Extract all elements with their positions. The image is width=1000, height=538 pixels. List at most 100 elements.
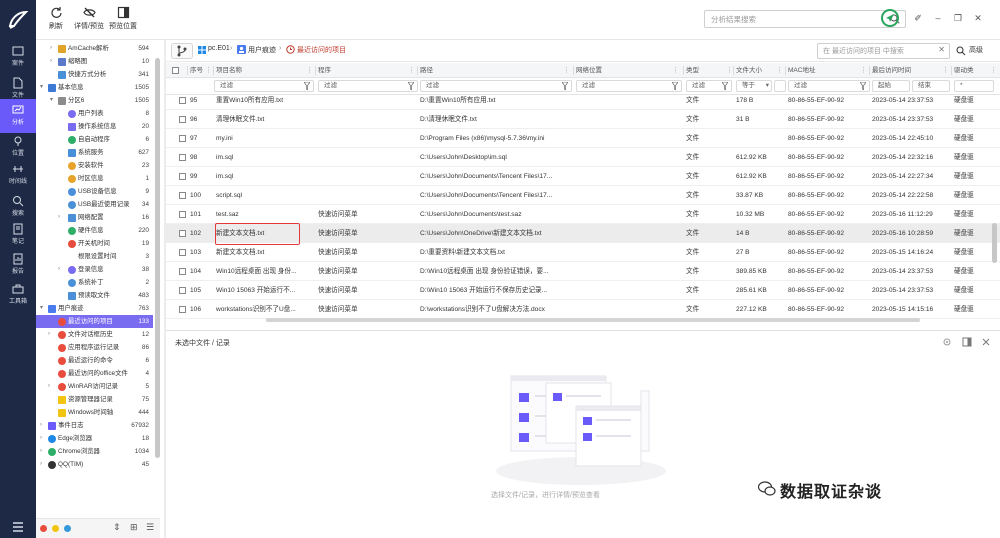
crumb-user-traces[interactable]: 用户痕迹: [248, 45, 276, 55]
collapse-icon[interactable]: ⇕: [113, 522, 121, 533]
table-row[interactable]: 97 my.ini D:\Program Files (x86)\mysql-5.7…: [166, 129, 1000, 148]
column-menu-icon[interactable]: ⋮: [860, 63, 867, 78]
tree-item[interactable]: › 登录信息 38: [36, 263, 153, 276]
refresh-button[interactable]: 刷新: [44, 2, 68, 38]
row-checkbox[interactable]: [179, 135, 186, 142]
table-row[interactable]: 96 清理休眠文件.txt D:\清理休眠文件.txt 文件 31 B 80-86-55-…: [166, 110, 1000, 129]
tree-item[interactable]: 用户列表 8: [36, 107, 153, 120]
restore-button[interactable]: ❐: [952, 12, 964, 24]
tree-item[interactable]: 应用程序运行记录 86: [36, 341, 153, 354]
row-checkbox[interactable]: [179, 173, 186, 180]
filter-search-box[interactable]: ✕: [817, 43, 950, 59]
yellow-dot-icon[interactable]: [52, 525, 59, 532]
tree-item[interactable]: 操作系统信息 20: [36, 120, 153, 133]
column-menu-icon[interactable]: ⋮: [776, 63, 783, 78]
tree-item[interactable]: › Edge浏览器 18: [36, 432, 153, 445]
branch-button[interactable]: [171, 43, 193, 59]
column-header[interactable]: 路径 ⋮: [420, 63, 573, 78]
chevron-down-icon[interactable]: ▾: [40, 302, 46, 315]
column-menu-icon[interactable]: ⋮: [205, 63, 212, 78]
tree-item[interactable]: › 事件日志 67932: [36, 419, 153, 432]
tree-item[interactable]: 根限设置时间 3: [36, 250, 153, 263]
table-row[interactable]: 103 新建文本文档.txt 快速访问菜单 D:\重要资料\新建文本文档.txt 文件 2…: [166, 243, 1000, 262]
tree-item[interactable]: › QQ(TIM) 45: [36, 458, 153, 471]
chevron-right-icon[interactable]: ›: [48, 380, 54, 393]
tree-item[interactable]: 快捷方式分析 341: [36, 68, 153, 81]
tree-item[interactable]: 资源管理器记录 75: [36, 393, 153, 406]
tree-item[interactable]: 安装软件 23: [36, 159, 153, 172]
table-row[interactable]: 105 Win10 15063 开始运行不... 快速访问菜单 D:\Win10 15…: [166, 281, 1000, 300]
rail-notes[interactable]: 笔记: [0, 218, 36, 252]
column-header[interactable]: 序号 ⋮: [190, 63, 215, 78]
rail-case[interactable]: 案件: [0, 40, 36, 74]
filter-funnel-icon[interactable]: [672, 82, 678, 90]
tree-item[interactable]: ▾ 基本信息 1505: [36, 81, 153, 94]
column-separator[interactable]: [733, 66, 734, 75]
row-checkbox[interactable]: [179, 116, 186, 123]
column-header[interactable]: 类型 ⋮: [686, 63, 736, 78]
chevron-right-icon[interactable]: ›: [50, 55, 56, 68]
pin-icon[interactable]: ✐: [912, 12, 924, 24]
tree-item[interactable]: ▾ 用户痕迹 763: [36, 302, 153, 315]
chevron-right-icon[interactable]: ›: [40, 458, 46, 471]
navigate-button[interactable]: [881, 9, 899, 27]
column-header[interactable]: 驱动类 ⋮: [954, 63, 1000, 78]
table-row[interactable]: 98 im.sql C:\Users\John\Desktop\im.sql 文件 61…: [166, 148, 1000, 167]
row-checkbox[interactable]: [179, 211, 186, 218]
tree-item[interactable]: 时区信息 1: [36, 172, 153, 185]
column-menu-icon[interactable]: ⋮: [726, 63, 733, 78]
tree-item[interactable]: 系统服务 627: [36, 146, 153, 159]
tree-item[interactable]: 最近运行的命令 6: [36, 354, 153, 367]
table-row[interactable]: 104 Win10远程桌面 出现 身份... 快速访问菜单 D:\Win10远程桌面 …: [166, 262, 1000, 281]
minimize-button[interactable]: –: [932, 12, 944, 24]
row-checkbox[interactable]: [179, 287, 186, 294]
column-header[interactable]: 文件大小 ⋮: [736, 63, 786, 78]
table-row[interactable]: 99 im.sql C:\Users\John\Documents\Tencent …: [166, 167, 1000, 186]
column-separator[interactable]: [213, 66, 214, 75]
column-header[interactable]: 项目名称 ⋮: [216, 63, 316, 78]
rail-timeline[interactable]: 时间线: [0, 158, 36, 192]
preview-position-button[interactable]: 预览位置: [108, 2, 138, 38]
tree-scrollbar[interactable]: [155, 58, 160, 458]
close-panel-icon[interactable]: [981, 337, 991, 347]
tree-item[interactable]: Windows时间轴 444: [36, 406, 153, 419]
settings-icon[interactable]: [942, 337, 952, 347]
tree-item[interactable]: 系统补丁 2: [36, 276, 153, 289]
column-menu-icon[interactable]: ⋮: [408, 63, 415, 78]
tree-item[interactable]: › WinRAR访问记录 5: [36, 380, 153, 393]
rail-toolbox[interactable]: 工具箱: [0, 278, 36, 312]
row-checkbox[interactable]: [179, 249, 186, 256]
horizontal-scrollbar[interactable]: [266, 318, 920, 322]
chevron-down-icon[interactable]: ▾: [50, 94, 56, 107]
chevron-right-icon[interactable]: ›: [40, 432, 46, 445]
filter-funnel-icon[interactable]: [408, 82, 414, 90]
details-preview-button[interactable]: 详情/预览: [72, 2, 106, 38]
column-menu-icon[interactable]: ⋮: [672, 63, 679, 78]
tree-item[interactable]: › 缩略图 10: [36, 55, 153, 68]
column-separator[interactable]: [573, 66, 574, 75]
column-menu-icon[interactable]: ⋮: [306, 63, 313, 78]
table-row[interactable]: 95 重置Win10所有应用.txt D:\重置Win10所有应用.txt 文件 178…: [166, 91, 1000, 110]
filter-search-input[interactable]: [823, 46, 933, 57]
row-checkbox[interactable]: [179, 268, 186, 275]
tree-item[interactable]: › 网络配置 16: [36, 211, 153, 224]
column-separator[interactable]: [417, 66, 418, 75]
chevron-right-icon[interactable]: ›: [40, 445, 46, 458]
chevron-right-icon[interactable]: ›: [58, 263, 64, 276]
rail-report[interactable]: 报告: [0, 248, 36, 282]
tree-item[interactable]: › 文件对话框历史 12: [36, 328, 153, 341]
clear-icon[interactable]: ✕: [938, 45, 945, 54]
column-menu-icon[interactable]: ⋮: [942, 63, 949, 78]
column-separator[interactable]: [187, 66, 188, 75]
table-row[interactable]: 100 script.sql C:\Users\John\Documents\Ten…: [166, 186, 1000, 205]
column-separator[interactable]: [315, 66, 316, 75]
tree-item[interactable]: › AmCache解析 594: [36, 42, 153, 55]
tree-item[interactable]: USB设备信息 9: [36, 185, 153, 198]
tree-item[interactable]: › Chrome浏览器 1034: [36, 445, 153, 458]
column-header[interactable]: MAC地址 ⋮: [788, 63, 870, 78]
tree-item[interactable]: ▾ 分区6 1505: [36, 94, 153, 107]
table-row[interactable]: 106 workstations识别不了U盘... 快速访问菜单 D:\worksta…: [166, 300, 1000, 319]
column-separator[interactable]: [683, 66, 684, 75]
row-checkbox[interactable]: [179, 306, 186, 313]
row-checkbox[interactable]: [179, 154, 186, 161]
